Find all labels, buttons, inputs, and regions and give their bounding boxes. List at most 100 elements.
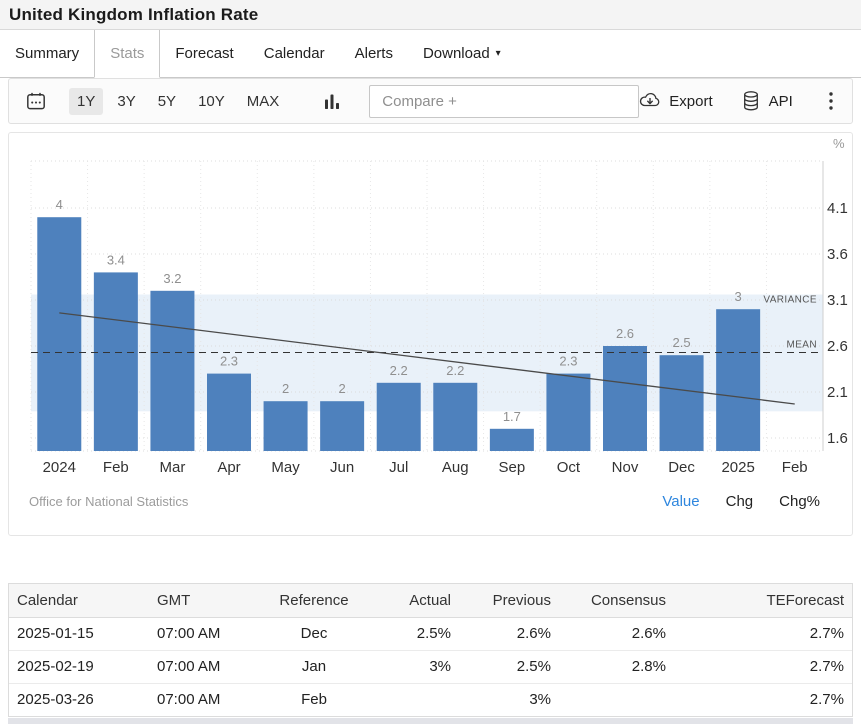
page-title: United Kingdom Inflation Rate: [9, 5, 258, 25]
y-tick-label: 2.6: [827, 338, 848, 355]
table-header-row: CalendarGMTReferenceActualPreviousConsen…: [9, 584, 852, 617]
bar-sep[interactable]: [490, 429, 534, 451]
bar-2025[interactable]: [716, 309, 760, 451]
bar-mar[interactable]: [150, 291, 194, 451]
tab-summary[interactable]: Summary: [0, 30, 94, 77]
bar-dec[interactable]: [660, 355, 704, 451]
next-section-edge: [8, 718, 853, 724]
bar-jul[interactable]: [377, 383, 421, 451]
bar-aug[interactable]: [433, 383, 477, 451]
table-cell: 3%: [459, 683, 559, 716]
series-value-link[interactable]: Value: [662, 493, 699, 510]
table-cell: 2.7%: [674, 650, 852, 683]
table-cell: 3%: [369, 650, 459, 683]
table-cell: 2.7%: [674, 617, 852, 650]
api-database-icon: [741, 90, 761, 112]
range-10y-button[interactable]: 10Y: [190, 88, 233, 115]
y-tick-label: 1.6: [827, 430, 848, 447]
table-cell: 2.6%: [559, 617, 674, 650]
title-bar: United Kingdom Inflation Rate: [0, 0, 861, 30]
table-cell: 2.5%: [459, 650, 559, 683]
toolbar-right: Export API: [639, 87, 841, 115]
column-header-calendar: Calendar: [9, 584, 149, 617]
x-tick-label: Feb: [103, 459, 129, 476]
compare-box: [369, 85, 639, 118]
bar-jun[interactable]: [320, 401, 364, 451]
bar-value-label: 2.2: [390, 363, 408, 378]
compare-input[interactable]: [369, 85, 639, 118]
x-tick-label: Apr: [217, 459, 240, 476]
chart-series-switch: Value Chg Chg%: [662, 493, 820, 510]
column-header-gmt: GMT: [149, 584, 259, 617]
range-selector: 1Y 3Y 5Y 10Y MAX: [69, 88, 287, 115]
chart-source: Office for National Statistics: [29, 494, 188, 509]
tab-download[interactable]: Download ▾: [408, 30, 516, 77]
bar-2024[interactable]: [37, 217, 81, 451]
bar-value-label: 1.7: [503, 409, 521, 424]
x-tick-label: 2024: [43, 459, 76, 476]
x-tick-label: Aug: [442, 459, 469, 476]
variance-label: VARIANCE: [763, 294, 817, 305]
tab-stats[interactable]: Stats: [94, 30, 160, 78]
table-cell: 2.5%: [369, 617, 459, 650]
bar-feb[interactable]: [94, 272, 138, 451]
calendar-table-wrap: CalendarGMTReferenceActualPreviousConsen…: [8, 583, 853, 717]
bar-oct[interactable]: [546, 374, 590, 451]
x-tick-label: 2025: [721, 459, 754, 476]
range-max-button[interactable]: MAX: [239, 88, 288, 115]
range-3y-button[interactable]: 3Y: [109, 88, 143, 115]
bar-value-label: 2: [282, 381, 289, 396]
table-cell: 2.7%: [674, 683, 852, 716]
table-cell: 07:00 AM: [149, 650, 259, 683]
tab-calendar[interactable]: Calendar: [249, 30, 340, 77]
x-tick-label: Feb: [782, 459, 808, 476]
y-tick-label: 4.1: [827, 200, 848, 217]
table-cell: Dec: [259, 617, 369, 650]
table-cell: [559, 683, 674, 716]
x-tick-label: Mar: [160, 459, 186, 476]
mean-label: MEAN: [787, 339, 818, 350]
api-button[interactable]: API: [741, 90, 793, 112]
x-tick-label: Dec: [668, 459, 695, 476]
bar-value-label: 2.6: [616, 326, 634, 341]
table-cell: 2.8%: [559, 650, 674, 683]
bar-may[interactable]: [264, 401, 308, 451]
chart-panel: 420243.4Feb3.2Mar2.3Apr2May2Jun2.2Jul2.2…: [8, 132, 853, 536]
calendar-table: CalendarGMTReferenceActualPreviousConsen…: [9, 584, 852, 716]
bar-value-label: 2.2: [446, 363, 464, 378]
export-button[interactable]: Export: [639, 90, 712, 112]
range-5y-button[interactable]: 5Y: [150, 88, 184, 115]
inflation-bar-chart: 420243.4Feb3.2Mar2.3Apr2May2Jun2.2Jul2.2…: [9, 133, 852, 483]
caret-down-icon: ▾: [496, 48, 501, 59]
more-menu-button[interactable]: [821, 87, 841, 115]
table-row[interactable]: 2025-02-1907:00 AMJan3%2.5%2.8%2.7%: [9, 650, 852, 683]
bar-value-label: 2: [339, 381, 346, 396]
x-tick-label: Oct: [557, 459, 581, 476]
x-tick-label: Sep: [499, 459, 526, 476]
bar-value-label: 3.4: [107, 252, 125, 267]
y-tick-label: 3.1: [827, 292, 848, 309]
column-header-consensus: Consensus: [559, 584, 674, 617]
kebab-menu-icon: [828, 90, 834, 112]
table-cell: 2025-01-15: [9, 617, 149, 650]
table-row[interactable]: 2025-01-1507:00 AMDec2.5%2.6%2.6%2.7%: [9, 617, 852, 650]
table-row[interactable]: 2025-03-2607:00 AMFeb3%2.7%: [9, 683, 852, 716]
chart-toolbar: 1Y 3Y 5Y 10Y MAX Export: [8, 78, 853, 124]
series-chg-link[interactable]: Chg: [726, 493, 754, 510]
series-chgpct-link[interactable]: Chg%: [779, 493, 820, 510]
chart-type-button[interactable]: [323, 87, 341, 115]
tab-alerts[interactable]: Alerts: [340, 30, 408, 77]
date-range-button[interactable]: [25, 87, 47, 115]
bar-nov[interactable]: [603, 346, 647, 451]
bar-apr[interactable]: [207, 374, 251, 451]
range-1y-button[interactable]: 1Y: [69, 88, 103, 115]
y-tick-label: 2.1: [827, 384, 848, 401]
column-header-actual: Actual: [369, 584, 459, 617]
x-tick-label: May: [271, 459, 300, 476]
tab-forecast[interactable]: Forecast: [160, 30, 248, 77]
x-tick-label: Nov: [612, 459, 639, 476]
table-cell: Feb: [259, 683, 369, 716]
column-header-previous: Previous: [459, 584, 559, 617]
table-cell: 07:00 AM: [149, 617, 259, 650]
bar-value-label: 4: [56, 197, 63, 212]
